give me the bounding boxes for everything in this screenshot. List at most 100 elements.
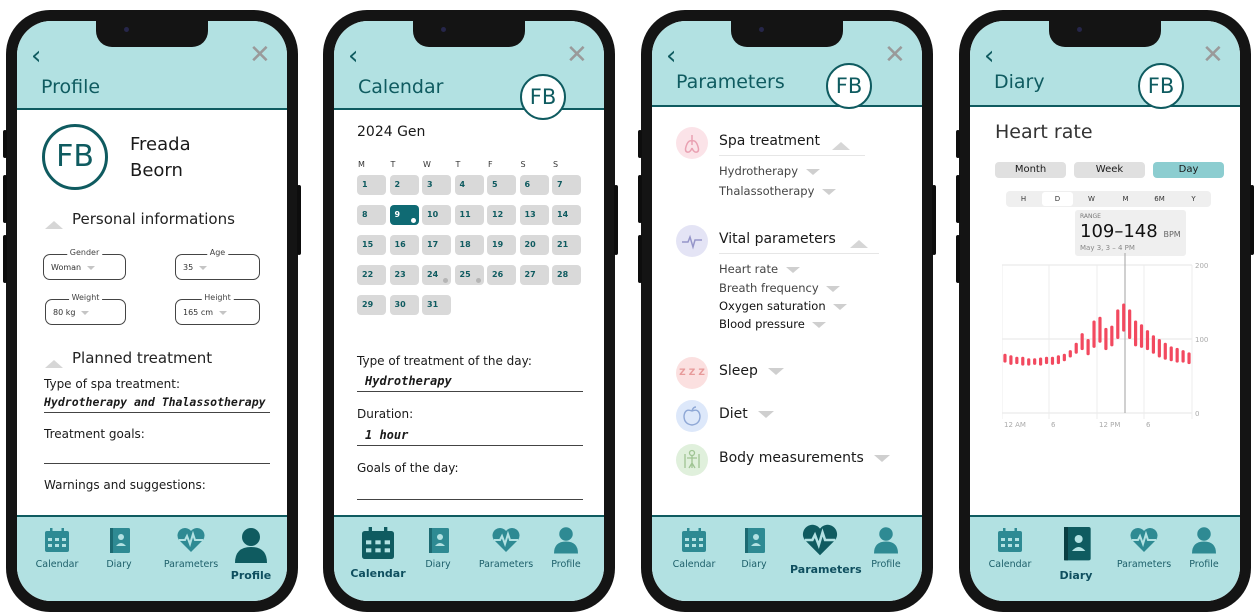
calendar-day[interactable]: 7 xyxy=(552,175,581,195)
tab-profile[interactable]: Profile xyxy=(856,525,916,570)
calendar-day[interactable]: 2 xyxy=(389,175,419,195)
collapse-icon[interactable] xyxy=(850,233,868,252)
age-field[interactable]: Age 35 xyxy=(175,248,260,280)
height-field[interactable]: Height 165 cm xyxy=(175,293,260,325)
segment-day[interactable]: Day xyxy=(1153,162,1224,178)
tab-parameters[interactable]: Parameters xyxy=(161,525,221,570)
item-oxygen-saturation[interactable]: Oxygen saturation xyxy=(719,299,848,313)
calendar-day[interactable]: 31 xyxy=(422,295,451,315)
spa-group-label[interactable]: Spa treatment xyxy=(719,133,820,149)
avatar-badge[interactable]: FB xyxy=(520,74,566,120)
calendar-day[interactable]: 3 xyxy=(422,175,451,195)
vital-group-label[interactable]: Vital parameters xyxy=(719,231,836,247)
calendar-day[interactable]: 21 xyxy=(552,235,581,255)
calendar-day[interactable]: 17 xyxy=(422,235,451,255)
tab-profile[interactable]: Profile xyxy=(536,525,596,570)
tab-parameters[interactable]: Parameters xyxy=(790,521,862,576)
range-tab[interactable]: D xyxy=(1042,192,1073,206)
range-tab[interactable]: 6M xyxy=(1144,192,1175,206)
collapse-icon[interactable] xyxy=(832,135,850,154)
collapse-icon[interactable] xyxy=(45,353,63,372)
calendar-day[interactable]: 8 xyxy=(357,205,386,225)
tab-profile[interactable]: Profile xyxy=(221,525,281,582)
duration-value[interactable]: 1 hour xyxy=(357,428,583,446)
calendar-day[interactable]: 24 xyxy=(422,265,451,285)
item-heart-rate[interactable]: Heart rate xyxy=(719,262,800,276)
calendar-day[interactable]: 16 xyxy=(389,235,419,255)
item-thalassotherapy[interactable]: Thalassotherapy xyxy=(719,184,837,198)
calendar-day[interactable]: 25 xyxy=(454,265,484,285)
spa-type-value[interactable]: Hydrotherapy and Thalassotherapy xyxy=(44,395,270,413)
close-icon[interactable]: ✕ xyxy=(249,42,273,68)
calendar-day[interactable]: 30 xyxy=(389,295,419,315)
calendar-day[interactable]: 4 xyxy=(454,175,484,195)
tab-diary[interactable]: Diary xyxy=(1046,521,1106,582)
body-label[interactable]: Body measurements xyxy=(719,450,891,466)
range-date: May 3, 3 – 4 PM xyxy=(1080,244,1135,252)
calendar-day[interactable]: 13 xyxy=(519,205,549,225)
item-breath-frequency[interactable]: Breath frequency xyxy=(719,281,841,295)
tab-calendar[interactable]: Calendar xyxy=(348,523,408,580)
range-tab[interactable]: H xyxy=(1008,192,1039,206)
warnings-input[interactable] xyxy=(44,498,270,516)
close-icon[interactable]: ✕ xyxy=(1202,42,1226,68)
goals-label: Goals of the day: xyxy=(357,461,459,475)
tab-calendar[interactable]: Calendar xyxy=(27,525,87,570)
sleep-label[interactable]: Sleep xyxy=(719,363,785,379)
pulse-icon xyxy=(676,225,708,257)
phone-calendar: ‹ ✕ Calendar FB 2024 Gen MTWTFSS 1234567… xyxy=(323,10,618,612)
calendar-day[interactable]: 22 xyxy=(357,265,386,285)
tab-parameters[interactable]: Parameters xyxy=(1114,525,1174,570)
calendar-day[interactable]: 26 xyxy=(487,265,516,285)
avatar-badge[interactable]: FB xyxy=(826,63,872,109)
range-tab[interactable]: M xyxy=(1110,192,1141,206)
gender-field[interactable]: Gender Woman xyxy=(43,248,126,280)
calendar-day[interactable]: 6 xyxy=(519,175,549,195)
calendar-day[interactable]: 11 xyxy=(454,205,484,225)
tab-calendar[interactable]: Calendar xyxy=(980,525,1040,570)
back-icon[interactable]: ‹ xyxy=(348,43,374,69)
tab-calendar[interactable]: Calendar xyxy=(664,525,724,570)
close-icon[interactable]: ✕ xyxy=(566,42,590,68)
tab-diary[interactable]: Diary xyxy=(724,525,784,570)
back-icon[interactable]: ‹ xyxy=(666,43,692,69)
segment-month[interactable]: Month xyxy=(995,162,1066,178)
goals-input[interactable] xyxy=(44,446,270,464)
tab-parameters[interactable]: Parameters xyxy=(476,525,536,570)
calendar-day[interactable]: 19 xyxy=(487,235,516,255)
calendar-day[interactable]: 20 xyxy=(519,235,549,255)
tab-diary[interactable]: Diary xyxy=(408,525,468,570)
calendar-day[interactable]: 28 xyxy=(552,265,581,285)
calendar-day[interactable]: 12 xyxy=(487,205,516,225)
heart-rate-chart[interactable]: 200 100 0 12 AM 6 12 PM 6 xyxy=(1002,253,1228,439)
segment-week[interactable]: Week xyxy=(1074,162,1145,178)
calendar-day[interactable]: 5 xyxy=(487,175,516,195)
calendar-day[interactable]: 10 xyxy=(422,205,451,225)
calendar-day[interactable]: 1 xyxy=(357,175,386,195)
diet-label[interactable]: Diet xyxy=(719,406,775,422)
goals-input[interactable] xyxy=(357,482,583,500)
calendar-day[interactable]: 9 xyxy=(389,205,419,225)
tab-profile[interactable]: Profile xyxy=(1174,525,1234,570)
calendar-day[interactable]: 29 xyxy=(357,295,386,315)
heart-pulse-icon xyxy=(177,528,205,552)
item-hydrotherapy[interactable]: Hydrotherapy xyxy=(719,164,820,178)
calendar-day[interactable]: 23 xyxy=(389,265,419,285)
back-icon[interactable]: ‹ xyxy=(984,43,1010,69)
section-personal[interactable]: Personal informations xyxy=(72,210,235,228)
avatar-badge[interactable]: FB xyxy=(1138,63,1184,109)
weight-field[interactable]: Weight 80 kg xyxy=(45,293,126,325)
calendar-day[interactable]: 27 xyxy=(519,265,549,285)
range-tab[interactable]: Y xyxy=(1178,192,1209,206)
treatment-value[interactable]: Hydrotherapy xyxy=(357,374,583,392)
tab-diary[interactable]: Diary xyxy=(89,525,149,570)
item-blood-pressure[interactable]: Blood pressure xyxy=(719,317,827,331)
collapse-icon[interactable] xyxy=(45,214,63,233)
calendar-day[interactable]: 18 xyxy=(454,235,484,255)
calendar-day[interactable]: 14 xyxy=(552,205,581,225)
close-icon[interactable]: ✕ xyxy=(884,42,908,68)
section-planned[interactable]: Planned treatment xyxy=(72,349,212,367)
back-icon[interactable]: ‹ xyxy=(31,43,57,69)
range-tab[interactable]: W xyxy=(1076,192,1107,206)
calendar-day[interactable]: 15 xyxy=(357,235,386,255)
